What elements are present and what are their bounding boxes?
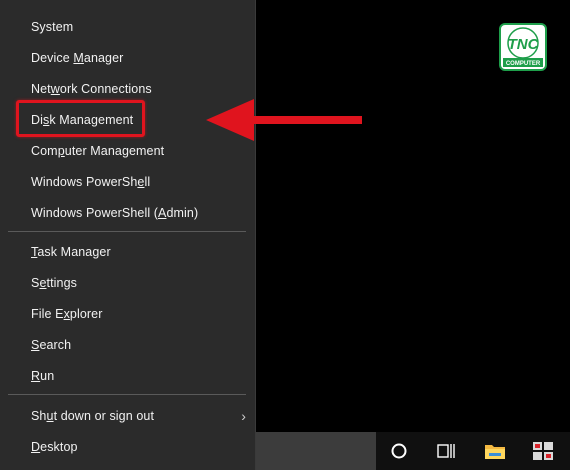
menu-item-label: Desktop	[31, 439, 78, 454]
menu-item-label: File Explorer	[31, 306, 103, 321]
arrow-head	[206, 99, 254, 141]
tnc-computer-logo: TNC COMPUTER	[499, 23, 547, 71]
menu-item-shut-down-or-sign-out[interactable]: Shut down or sign out ›	[0, 400, 256, 431]
menu-item-label: Run	[31, 368, 55, 383]
menu-item-windows-powershell[interactable]: Windows PowerShell	[0, 166, 256, 197]
menu-item-desktop[interactable]: Desktop	[0, 431, 256, 462]
menu-item-label: Device Manager	[31, 50, 124, 65]
menu-item-label: Windows PowerShell	[31, 174, 151, 189]
menu-item-label: Settings	[31, 275, 77, 290]
menu-item-run[interactable]: Run	[0, 360, 256, 391]
menu-item-task-manager[interactable]: Task Manager	[0, 236, 256, 267]
app-tiles-icon[interactable]	[525, 432, 561, 470]
menu-separator	[8, 231, 246, 232]
tnc-logo-graphic: TNC COMPUTER	[503, 27, 543, 67]
menu-item-settings[interactable]: Settings	[0, 267, 256, 298]
arrow-shaft	[250, 116, 362, 124]
chevron-right-icon: ›	[241, 407, 246, 424]
menu-item-label: Computer Management	[31, 143, 165, 158]
menu-separator	[8, 394, 246, 395]
winx-power-user-menu: System Device Manager Network Connections D…	[0, 0, 256, 470]
menu-item-label: System	[31, 19, 74, 34]
menu-item-label: Network Connections	[31, 81, 152, 96]
cortana-circle-icon[interactable]	[381, 432, 417, 470]
menu-item-label: Shut down or sign out	[31, 408, 155, 423]
menu-item-label: Windows PowerShell (Admin)	[31, 205, 199, 220]
disk-management-highlight-box	[16, 100, 145, 137]
menu-item-file-explorer[interactable]: File Explorer	[0, 298, 256, 329]
menu-item-search[interactable]: Search	[0, 329, 256, 360]
logo-text: TNC	[508, 36, 540, 53]
desktop-screen: System Device Manager Network Connections D…	[0, 0, 570, 470]
logo-subtext: COMPUTER	[506, 61, 541, 67]
menu-item-system[interactable]: System	[0, 11, 256, 42]
taskbar-search-box[interactable]	[256, 432, 376, 470]
task-view-icon[interactable]	[428, 432, 464, 470]
menu-item-label: Search	[31, 337, 72, 352]
menu-item-device-manager[interactable]: Device Manager	[0, 42, 256, 73]
menu-item-windows-powershell-admin[interactable]: Windows PowerShell (Admin)	[0, 197, 256, 228]
menu-item-label: Task Manager	[31, 244, 111, 259]
file-explorer-folder-icon[interactable]	[477, 432, 513, 470]
red-arrow-annotation	[206, 99, 362, 141]
